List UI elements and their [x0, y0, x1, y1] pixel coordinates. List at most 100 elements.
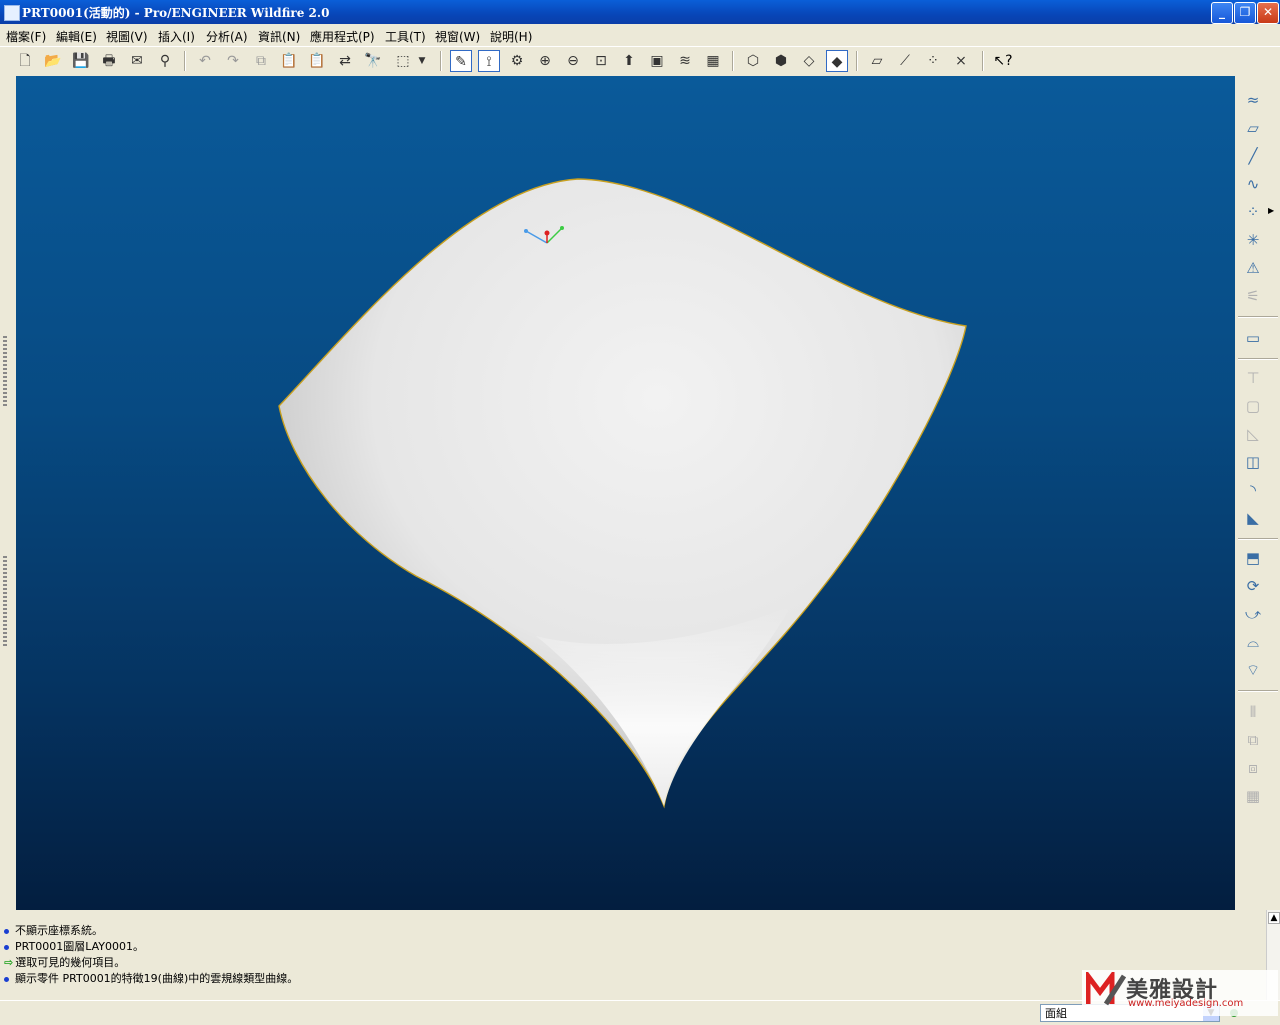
message-line: 不顯示座標系統。 — [4, 922, 103, 938]
menu-analysis[interactable]: 分析(A) — [206, 28, 248, 45]
send-mail-icon[interactable]: ✉ — [126, 50, 148, 72]
menu-help[interactable]: 說明(H) — [490, 28, 532, 45]
panel-grip[interactable] — [3, 556, 7, 646]
send-link-icon[interactable]: ⚲ — [154, 50, 176, 72]
menu-tools[interactable]: 工具(T) — [385, 28, 426, 45]
reorient-icon[interactable]: ⬆ — [618, 50, 640, 72]
chamfer-icon[interactable]: ◣ — [1241, 506, 1265, 530]
flyout-arrow-icon[interactable]: ▶ — [1268, 206, 1274, 215]
trim-icon[interactable]: ⧈ — [1241, 756, 1265, 780]
menu-edit[interactable]: 編輯(E) — [56, 28, 97, 45]
refit-icon[interactable]: ⊡ — [590, 50, 612, 72]
toolbar-separator — [440, 51, 442, 71]
toolbar-separator — [1238, 358, 1278, 360]
round-icon[interactable]: ◝ — [1241, 478, 1265, 502]
toolbar-separator — [982, 51, 984, 71]
chevron-down-icon[interactable]: ▼ — [416, 50, 428, 72]
datum-graph-icon[interactable]: ⚟ — [1241, 284, 1265, 308]
message-line: PRT0001圖層LAY0001。 — [4, 938, 144, 954]
sweep-icon[interactable]: ⤻ — [1241, 602, 1265, 626]
sketch-tool-icon[interactable]: ▭ — [1241, 326, 1265, 350]
datum-points-icon[interactable]: ⁘ — [922, 50, 944, 72]
scroll-up-icon[interactable]: ▲ — [1268, 912, 1280, 924]
coordinate-system-icon[interactable]: ✳ — [1241, 228, 1265, 252]
info-bullet-icon — [4, 976, 9, 982]
zoom-out-icon[interactable]: ⊖ — [562, 50, 584, 72]
datum-axes-icon[interactable]: ⟋ — [894, 50, 916, 72]
orient-mode-icon[interactable]: ⚙ — [506, 50, 528, 72]
datum-plane-icon[interactable]: ▱ — [1241, 116, 1265, 140]
feature-toolbar: ≈ ▱ ╱ ∿ ⁘ ▶ ✳ ⚠ ⚟ ▭ ⊤ ▢ ◺ ◫ ◝ ◣ ⬒ ⟳ ⤻ ⌓ … — [1236, 76, 1280, 910]
toolbar-separator — [856, 51, 858, 71]
coordinate-systems-icon[interactable]: ⨯ — [950, 50, 972, 72]
menu-info[interactable]: 資訊(N) — [258, 28, 300, 45]
restore-button[interactable]: ❐ — [1234, 2, 1256, 24]
context-help-icon[interactable]: ↖? — [992, 50, 1014, 72]
analysis-feature-icon[interactable]: ⚠ — [1241, 256, 1265, 280]
toolbar-separator — [1238, 538, 1278, 540]
datum-point-icon[interactable]: ⁘ — [1241, 200, 1265, 224]
wireframe-icon[interactable]: ⬡ — [742, 50, 764, 72]
message-line: 顯示零件 PRT0001的特徵19(曲線)中的雲規線類型曲線。 — [4, 970, 298, 986]
menu-bar: 檔案(F) 編輯(E) 視圖(V) 插入(I) 分析(A) 資訊(N) 應用程式… — [0, 24, 1280, 46]
zoom-in-icon[interactable]: ⊕ — [534, 50, 556, 72]
hole-icon[interactable]: ⊤ — [1241, 366, 1265, 390]
watermark: 美雅設計 www.meiyadesign.com — [1082, 970, 1278, 1016]
layers-icon[interactable]: ≋ — [674, 50, 696, 72]
no-hidden-icon[interactable]: ◇ — [798, 50, 820, 72]
hidden-line-icon[interactable]: ⬢ — [770, 50, 792, 72]
datum-axis-icon[interactable]: ╱ — [1241, 144, 1265, 168]
mirror-icon[interactable]: ⫴ — [1241, 700, 1265, 724]
revolve-icon[interactable]: ⟳ — [1241, 574, 1265, 598]
spin-center-icon[interactable]: ⟟ — [478, 50, 500, 72]
toolbar-separator — [1238, 690, 1278, 692]
surface-model[interactable] — [16, 76, 1235, 910]
find-icon[interactable]: 🔭 — [362, 50, 384, 72]
message-area: 不顯示座標系統。 PRT0001圖層LAY0001。 ⇨ 選取可見的幾何項目。 顯… — [0, 910, 1266, 1000]
print-icon[interactable]: 🖶 — [98, 50, 120, 72]
new-file-icon[interactable]: 🗋 — [14, 50, 36, 72]
draft-icon[interactable]: ◫ — [1241, 450, 1265, 474]
pattern-icon[interactable]: ▦ — [1241, 784, 1265, 808]
regenerate-icon[interactable]: ⇄ — [334, 50, 356, 72]
window-title: PRT0001(活動的) - Pro/ENGINEER Wildfire 2.0 — [22, 6, 330, 20]
shading-icon[interactable]: ◆ — [826, 50, 848, 72]
info-bullet-icon — [4, 944, 9, 950]
panel-grip[interactable] — [3, 336, 7, 406]
redo-icon[interactable]: ↷ — [222, 50, 244, 72]
main-toolbar: 🗋 📂 💾 🖶 ✉ ⚲ ↶ ↷ ⧉ 📋 📋 ⇄ 🔭 ⬚ ▼ ✎ ⟟ ⚙ ⊕ ⊖ … — [0, 46, 1280, 77]
copy-icon[interactable]: ⧉ — [250, 50, 272, 72]
paste-icon[interactable]: 📋 — [278, 50, 300, 72]
extrude-icon[interactable]: ⬒ — [1241, 546, 1265, 570]
minimize-button[interactable]: _ — [1211, 2, 1233, 24]
sketch-curve-icon[interactable]: ≈ — [1241, 88, 1265, 112]
graphics-window[interactable] — [16, 76, 1235, 910]
open-file-icon[interactable]: 📂 — [42, 50, 64, 72]
menu-window[interactable]: 視窗(W) — [435, 28, 480, 45]
shell-icon[interactable]: ▢ — [1241, 394, 1265, 418]
close-button[interactable]: ✕ — [1257, 2, 1279, 24]
menu-insert[interactable]: 插入(I) — [158, 28, 195, 45]
merge-icon[interactable]: ⧉ — [1241, 728, 1265, 752]
menu-view[interactable]: 視圖(V) — [106, 28, 148, 45]
view-manager-icon[interactable]: ▦ — [702, 50, 724, 72]
repaint-icon[interactable]: ✎ — [450, 50, 472, 72]
title-bar: PRT0001(活動的) - Pro/ENGINEER Wildfire 2.0… — [0, 0, 1280, 24]
datum-curve-icon[interactable]: ∿ — [1241, 172, 1265, 196]
save-icon[interactable]: 💾 — [70, 50, 92, 72]
toolbar-separator — [732, 51, 734, 71]
prompt-arrow-icon: ⇨ — [4, 956, 14, 969]
rib-icon[interactable]: ◺ — [1241, 422, 1265, 446]
menu-applications[interactable]: 應用程式(P) — [310, 28, 375, 45]
blend-icon[interactable]: ⌓ — [1241, 630, 1265, 654]
undo-icon[interactable]: ↶ — [194, 50, 216, 72]
paste-special-icon[interactable]: 📋 — [306, 50, 328, 72]
watermark-url: www.meiyadesign.com — [1128, 998, 1244, 1009]
boundary-blend-icon[interactable]: ⌔ — [1241, 658, 1265, 682]
message-line: ⇨ 選取可見的幾何項目。 — [4, 956, 126, 969]
selection-box-icon[interactable]: ⬚ — [392, 50, 414, 72]
menu-file[interactable]: 檔案(F) — [6, 28, 46, 45]
saved-views-icon[interactable]: ▣ — [646, 50, 668, 72]
datum-planes-icon[interactable]: ▱ — [866, 50, 888, 72]
toolbar-separator — [1238, 316, 1278, 318]
